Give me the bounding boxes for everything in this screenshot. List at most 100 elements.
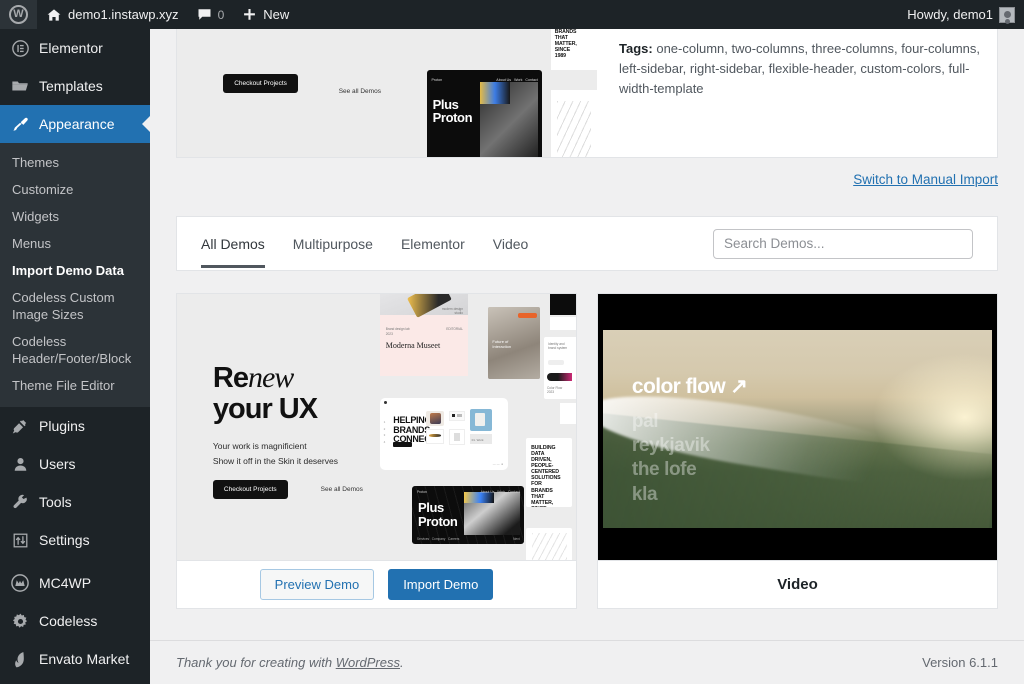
sidebar-item-mc4wp[interactable]: MC4WP xyxy=(0,564,150,602)
art-tile-plusproton-main: Plus Proton Proton About Us Work Contact … xyxy=(412,485,525,545)
demo-card-footer-portfolio: Preview Demo Import Demo xyxy=(177,560,576,608)
submenu-item-codeless-custom-image-sizes[interactable]: Codeless Custom Image Sizes xyxy=(0,284,150,328)
sidebar-item-plugins[interactable]: Plugins xyxy=(0,407,150,445)
video-wave-art: color flow ↗ pal reykjavik the lofe kla xyxy=(598,294,997,560)
video-overlay-title: color flow ↗ xyxy=(631,374,748,398)
demo-thumbnail-video[interactable]: color flow ↗ pal reykjavik the lofe kla xyxy=(598,294,997,560)
tab-all-demos[interactable]: All Demos xyxy=(187,219,279,268)
video-overlay-list: pal reykjavik the lofe kla xyxy=(632,410,710,507)
art-see-all-link: See all Demos xyxy=(338,87,381,95)
preview-demo-button[interactable]: Preview Demo xyxy=(259,569,375,600)
sidebar-item-tools[interactable]: Tools xyxy=(0,483,150,521)
video-overlay-list-item: pal xyxy=(631,410,659,432)
sidebar-item-label: Settings xyxy=(39,532,90,548)
video-overlay-list-item: the lofe xyxy=(631,459,697,481)
collage-art-clipped: Checkout Projects See all Demos Plus Prot… xyxy=(177,29,597,157)
sidebar-item-settings[interactable]: Settings xyxy=(0,521,150,559)
site-name-label: demo1.instawp.xyz xyxy=(68,7,179,22)
manual-import-row: Switch to Manual Import xyxy=(176,172,998,187)
admin-footer: Thank you for creating with WordPress. V… xyxy=(150,640,1024,684)
art-tile-strip-2 xyxy=(550,316,576,330)
tags-value: one-column, two-columns, three-columns, … xyxy=(619,41,981,97)
wrench-icon xyxy=(10,492,30,512)
settings-sliders-icon xyxy=(10,530,30,550)
art-subtext: Your work is magnificient Show it off in… xyxy=(213,439,338,469)
wordpress-link[interactable]: WordPress xyxy=(336,655,400,670)
demo-card-title: Video xyxy=(777,576,818,593)
art-tile-browser: 1234 HELPING BRANDS CONNECT 01. Work — —… xyxy=(380,397,509,470)
admin-content-area: Checkout Projects See all Demos Plus Prot… xyxy=(150,29,1024,684)
submenu-item-themes[interactable]: Themes xyxy=(0,149,150,176)
art-headline-italic: new xyxy=(247,361,294,395)
art-tile-sketch-main xyxy=(526,528,572,560)
demo-grid: Renew your UX Your work is magnificient … xyxy=(176,293,998,609)
admin-sidebar-menu: Elementor Templates Appearance Themes Cu… xyxy=(0,29,150,684)
appearance-submenu: Themes Customize Widgets Menus Import De… xyxy=(0,143,150,407)
submenu-item-menus[interactable]: Menus xyxy=(0,230,150,257)
submenu-item-theme-file-editor[interactable]: Theme File Editor xyxy=(0,372,150,399)
art-see-all-demos-link: See all Demos xyxy=(320,486,363,494)
import-demo-button[interactable]: Import Demo xyxy=(388,569,494,600)
submenu-item-customize[interactable]: Customize xyxy=(0,176,150,203)
art-checkout-projects-button: Checkout Projects xyxy=(212,480,288,500)
site-name-button[interactable]: demo1.instawp.xyz xyxy=(37,0,188,29)
elementor-icon xyxy=(10,38,30,58)
sidebar-item-envato-market[interactable]: Envato Market xyxy=(0,640,150,678)
footer-version: Version 6.1.1 xyxy=(922,655,998,670)
submenu-item-codeless-header-footer-block[interactable]: Codeless Header/Footer/Block xyxy=(0,328,150,372)
art-plusproton-label: Plus Proton xyxy=(432,96,473,126)
art-sub-line2: Show it off in the Skin it deserves xyxy=(212,455,338,466)
sidebar-item-label: Plugins xyxy=(39,418,85,434)
tab-video[interactable]: Video xyxy=(479,219,543,268)
sidebar-item-label: MC4WP xyxy=(39,575,92,591)
comments-button[interactable]: 0 xyxy=(188,0,234,29)
sidebar-item-elementor[interactable]: Elementor xyxy=(0,29,150,67)
paintbrush-icon xyxy=(10,114,30,134)
footer-thanks: Thank you for creating with WordPress. xyxy=(176,655,404,670)
footer-thanks-suffix: . xyxy=(400,655,404,670)
sidebar-item-label: Codeless xyxy=(39,613,98,629)
user-icon xyxy=(10,454,30,474)
art-tile-strip xyxy=(550,294,576,316)
mc4wp-icon xyxy=(10,573,30,593)
art-tile-edge-2 xyxy=(560,403,576,425)
submenu-item-widgets[interactable]: Widgets xyxy=(0,203,150,230)
wordpress-logo-button[interactable] xyxy=(0,0,37,29)
user-avatar-icon xyxy=(999,6,1015,23)
folder-icon xyxy=(10,76,30,96)
theme-meta: Tags: one-column, two-columns, three-col… xyxy=(597,29,997,157)
account-menu-button[interactable]: Howdy, demo1 xyxy=(898,0,1024,29)
comment-count: 0 xyxy=(217,7,225,22)
art-headline-bold: Re xyxy=(212,362,249,395)
sidebar-item-label: Appearance xyxy=(39,116,115,132)
sidebar-item-templates[interactable]: Templates xyxy=(0,67,150,105)
sidebar-item-codeless[interactable]: Codeless xyxy=(0,602,150,640)
demo-tabs-bar: All Demos Multipurpose Elementor Video xyxy=(176,216,998,271)
video-overlay-list-item: kla xyxy=(631,483,658,505)
demo-thumbnail-portfolio[interactable]: Renew your UX Your work is magnificient … xyxy=(177,294,576,560)
sidebar-item-users[interactable]: Users xyxy=(0,445,150,483)
demo-card-portfolio: Renew your UX Your work is magnificient … xyxy=(176,293,577,609)
tab-elementor[interactable]: Elementor xyxy=(387,219,479,268)
art-sub-line1: Your work is magnificient xyxy=(212,440,307,451)
plugin-plug-icon xyxy=(10,416,30,436)
sidebar-item-label: Envato Market xyxy=(39,651,130,667)
new-content-button[interactable]: New xyxy=(233,0,298,29)
art-tile-photo: Future of Interaction xyxy=(488,307,541,380)
art-tile-plusproton: Plus Proton About Us Work Contact Proton xyxy=(426,70,543,157)
envato-leaf-icon xyxy=(10,649,30,669)
search-demos-input[interactable] xyxy=(713,228,973,259)
new-content-label: New xyxy=(263,7,290,22)
theme-info-thumbnail: Checkout Projects See all Demos Plus Prot… xyxy=(177,29,597,157)
tab-multipurpose[interactable]: Multipurpose xyxy=(279,219,387,268)
submenu-item-import-demo-data[interactable]: Import Demo Data xyxy=(0,257,150,284)
tags-label: Tags: xyxy=(619,41,653,56)
howdy-label: Howdy, demo1 xyxy=(907,7,993,22)
art-checkout-button: Checkout Projects xyxy=(223,74,298,94)
demo-card-footer-video: Video xyxy=(598,560,997,608)
wordpress-logo-icon xyxy=(9,5,28,24)
art-tile-building-main: BUILDING DATA DRIVEN, PEOPLE- CENTERED SOLUTI… xyxy=(526,437,572,507)
demo-card-video: color flow ↗ pal reykjavik the lofe kla … xyxy=(597,293,998,609)
sidebar-item-appearance[interactable]: Appearance xyxy=(0,105,150,143)
switch-to-manual-import-link[interactable]: Switch to Manual Import xyxy=(853,172,998,187)
